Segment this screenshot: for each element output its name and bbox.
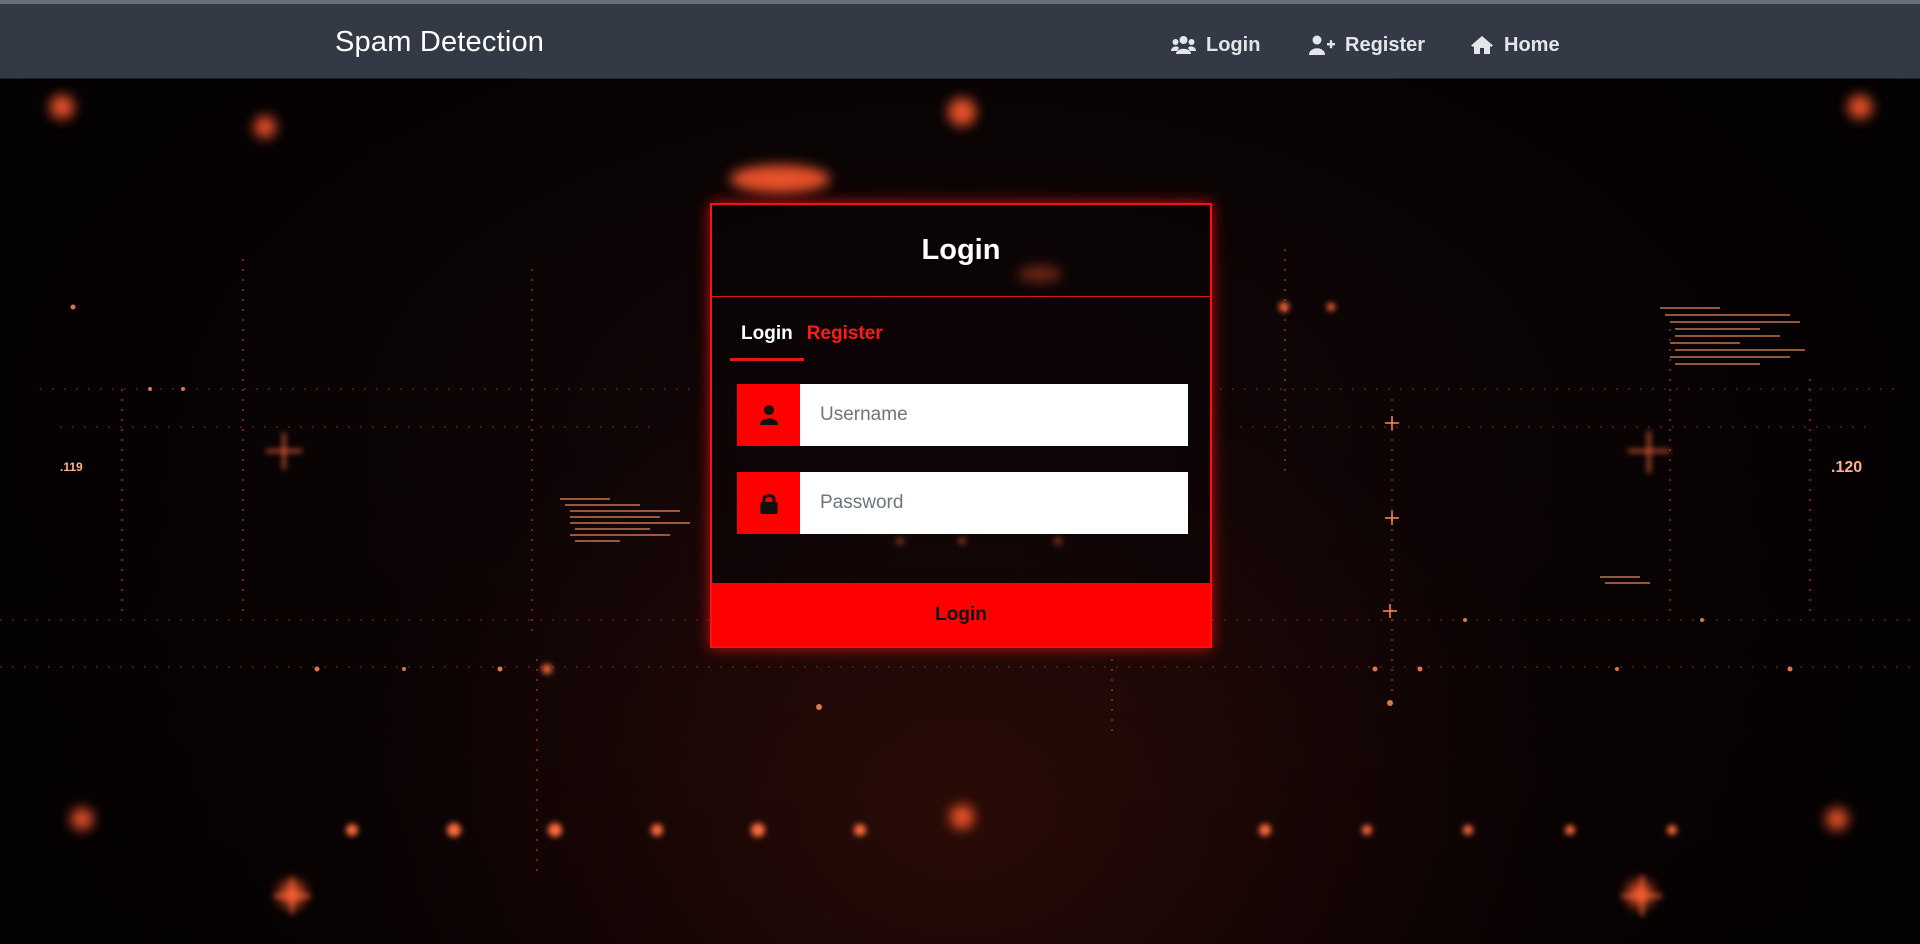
lock-icon [737, 472, 800, 534]
user-icon [737, 384, 800, 446]
username-field-group [737, 384, 1188, 446]
home-icon [1471, 36, 1493, 54]
auth-tabs: Login Register [730, 313, 894, 361]
brand-title[interactable]: Spam Detection [335, 26, 544, 59]
username-input[interactable] [800, 384, 1188, 446]
users-icon [1171, 36, 1196, 54]
login-card-header: Login [712, 205, 1210, 297]
top-navbar: Spam Detection Login Register Home [0, 0, 1920, 79]
login-card: Login Login Register Login [710, 203, 1212, 648]
nav-home-label: Home [1504, 33, 1560, 56]
nav-register-label: Register [1345, 33, 1426, 56]
login-submit-button[interactable]: Login [712, 583, 1210, 646]
login-card-title: Login [921, 234, 1001, 266]
nav-home-link[interactable]: Home [1470, 30, 1560, 60]
tab-login[interactable]: Login [730, 313, 804, 361]
password-input[interactable] [800, 472, 1188, 534]
user-plus-icon [1309, 35, 1335, 55]
background-label-119: .119 [60, 460, 83, 474]
password-field-group [737, 472, 1188, 534]
nav-login-link[interactable]: Login [1171, 30, 1260, 60]
tab-register[interactable]: Register [804, 313, 894, 361]
nav-login-label: Login [1206, 33, 1261, 56]
background-label-120: .120 [1831, 459, 1862, 476]
nav-register-link[interactable]: Register [1308, 30, 1425, 60]
